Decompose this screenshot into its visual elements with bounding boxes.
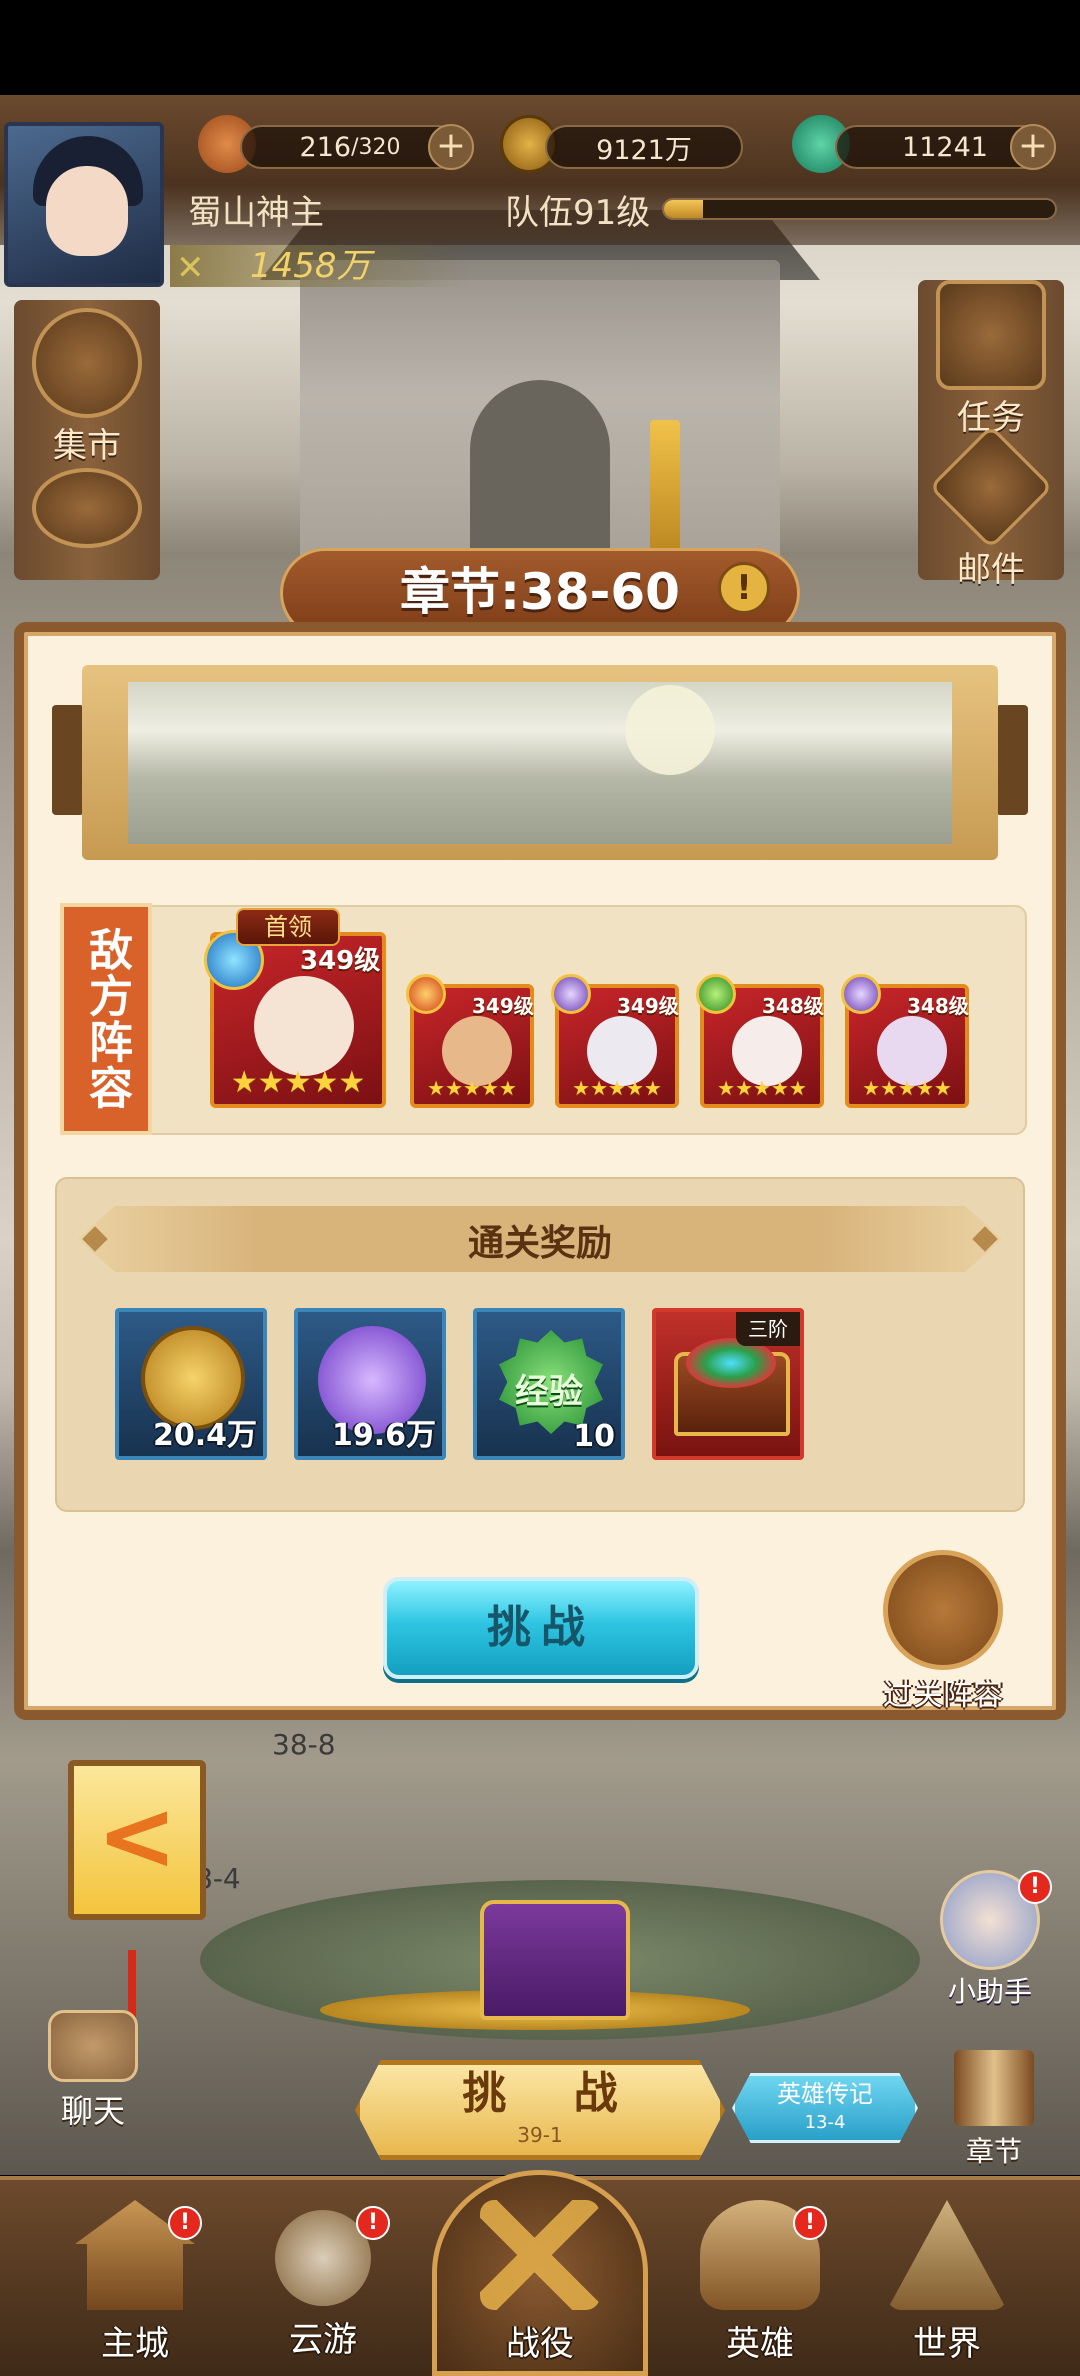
exp-label: 经验 [515,1372,583,1412]
void-element-icon [841,974,881,1014]
void-element-icon [551,974,591,1014]
treasure-chest-icon[interactable] [480,1900,630,2020]
coins-value: 9121万 [596,134,692,166]
hero-stars: ★★★★★ [572,1076,662,1100]
nav-label: 云游 [289,2320,357,2360]
nav-badge: ! [356,2206,390,2240]
nav-label: 英雄 [726,2324,794,2364]
hero-level: 349级 [472,994,534,1018]
chat-label: 聊天 [60,2092,125,2130]
hero-level: 349级 [617,994,679,1018]
chat-icon [48,2010,138,2082]
nav-badge: ! [168,2206,202,2240]
market-button[interactable]: 集市 [22,308,152,467]
nav-label: 战役 [506,2324,574,2364]
nav-world[interactable]: 世界 [872,2200,1022,2365]
mountain-icon [887,2200,1007,2310]
reward-amount: 20.4万 [152,1418,257,1453]
scroll-knob-left [52,705,84,815]
add-jade-button[interactable]: + [1010,124,1056,170]
tier-tag: 三阶 [736,1312,800,1346]
stage-label: 38-8 [272,1728,336,1761]
reward-item-chest[interactable]: 三阶 [652,1308,804,1460]
back-arrow-button[interactable]: < [68,1760,206,1920]
player-avatar[interactable] [4,122,164,287]
mail-icon [928,424,1054,550]
add-stamina-button[interactable]: + [428,124,474,170]
scroll-icon [936,280,1046,390]
helper-label: 小助手 [947,1975,1032,2008]
reward-amount: 10 [573,1419,615,1454]
nav-campaign[interactable]: 战役 [465,2200,615,2365]
team-level: 队伍91级 [505,193,651,233]
hero-stars: ★★★★★ [862,1076,952,1100]
sun-decoration [625,685,715,775]
stamina-counter: 216/320 [240,125,460,169]
main-challenge-label: 挑 战 [462,2068,644,2119]
jade-value: 11241 [902,131,988,163]
clear-lineup-button[interactable]: 过关阵容 [873,1550,1013,1714]
helper-badge: ! [1018,1870,1052,1904]
coins-counter: 9121万 [545,125,743,169]
enemy-lineup-label: 敌方阵容 [60,903,152,1135]
hero-stars: ★★★★★ [427,1076,517,1100]
fire-element-icon [406,974,446,1014]
reward-amount: 19.6万 [331,1418,436,1453]
clear-lineup-label: 过关阵容 [883,1678,1003,1713]
chapter-info-icon[interactable]: ! [718,562,770,614]
hero-legend-label: 英雄传记 [777,2080,873,2108]
wood-element-icon [696,974,736,1014]
hero-stars: ★★★★★ [717,1076,807,1100]
chapters-label: 章节 [965,2135,1022,2168]
nav-label: 世界 [913,2324,981,2364]
level-progress-bar [662,198,1057,220]
main-challenge-button[interactable]: 挑 战 39-1 [355,2060,725,2160]
stamina-max: /320 [351,134,401,160]
hero-stars: ★★★★★ [230,1065,366,1100]
reward-item-coins[interactable]: 20.4万 [115,1308,267,1460]
challenge-button[interactable]: 挑战 [383,1577,699,1679]
market-label: 集市 [53,426,121,466]
market-icon [32,308,142,418]
chapters-button[interactable]: 章节 [944,2050,1044,2170]
main-challenge-stage: 39-1 [517,2123,563,2147]
player-name: 蜀山神主 [188,193,324,233]
combat-power: 1458万 [170,245,470,287]
boss-tag: 首领 [236,908,340,946]
quests-button[interactable]: 任务 [926,280,1056,439]
combat-power-value: 1458万 [250,246,371,286]
reward-title: 通关奖励 [467,1223,612,1264]
crossed-swords-icon: ✕ [176,248,205,288]
hero-legend-button[interactable]: 英雄传记 13-4 [732,2073,918,2143]
hero-portrait [254,976,354,1076]
scroll-knob-right [996,705,1028,815]
nav-label: 主城 [101,2324,169,2364]
gift-icon [32,468,142,548]
reward-item-spirit[interactable]: 19.6万 [294,1308,446,1460]
nav-badge: ! [793,2206,827,2240]
status-bar [0,0,1080,95]
crossed-swords-icon [480,2200,600,2310]
hero-legend-stage: 13-4 [804,2112,846,2133]
bar-chart-icon [883,1550,1003,1670]
scroll-icon [954,2050,1034,2126]
stamina-current: 216 [299,131,352,163]
level-progress-fill [664,200,704,218]
hero-level: 348级 [762,994,824,1018]
reward-item-exp[interactable]: 经验 10 [473,1308,625,1460]
landscape-painting [128,682,952,844]
gift-button[interactable] [22,468,152,553]
chat-button[interactable]: 聊天 [38,2010,148,2132]
hero-level: 348级 [907,994,969,1018]
chapter-title: 章节:38-60 [400,563,680,621]
